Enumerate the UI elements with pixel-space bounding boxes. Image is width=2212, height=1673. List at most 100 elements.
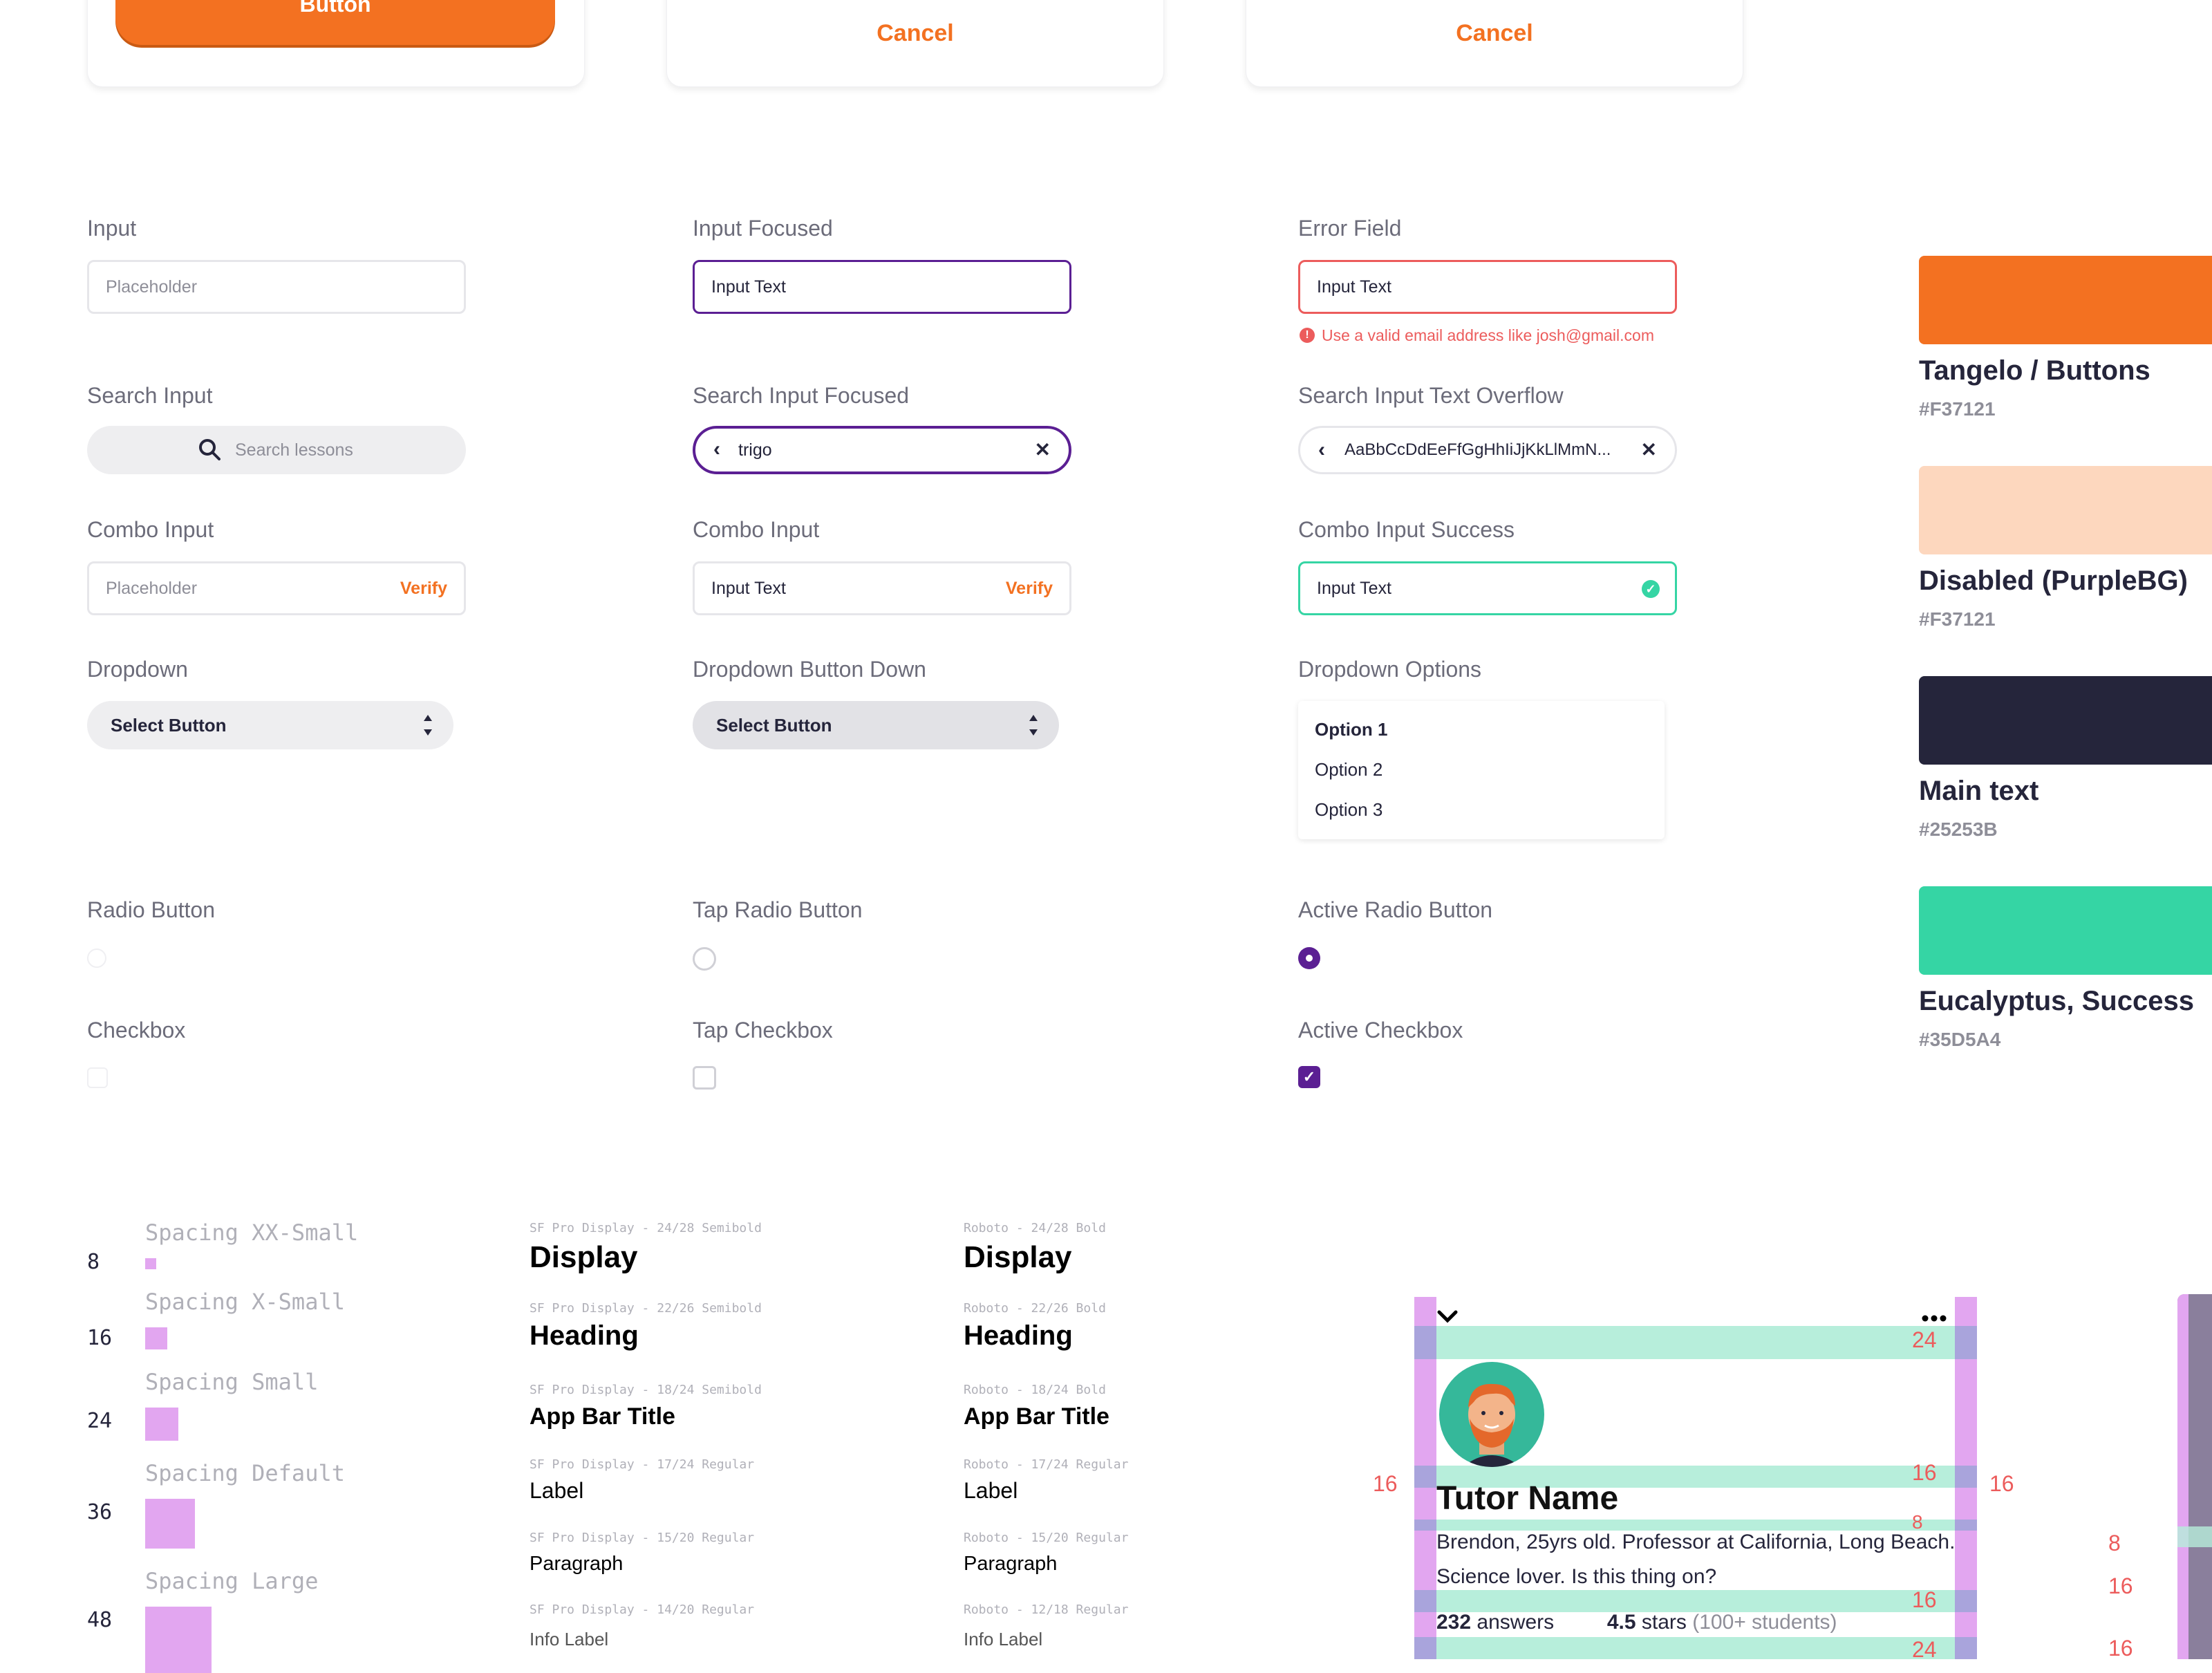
back-chevron-icon[interactable]: ‹ — [713, 427, 720, 471]
checkbox[interactable] — [87, 1067, 108, 1088]
combo-placeholder: Placeholder — [106, 579, 198, 598]
combo-value: Input Text — [1317, 579, 1391, 598]
spacing-band — [1414, 1637, 1977, 1659]
type-spec: Roboto - 17/24 Regular — [964, 1457, 1129, 1472]
verify-button[interactable]: Verify — [1006, 563, 1053, 613]
check-circle-icon: ✓ — [1642, 580, 1660, 598]
type-sample-info-label: Info Label — [529, 1629, 609, 1649]
search-overflow-label: Search Input Text Overflow — [1298, 383, 1564, 408]
stars-label: stars — [1641, 1611, 1687, 1634]
dropdown-option[interactable]: Option 3 — [1315, 799, 1382, 821]
rating-value: 4.5 — [1606, 1611, 1636, 1634]
combo-input[interactable]: Placeholder Verify — [87, 561, 466, 615]
spacing-label: 16 — [2108, 1573, 2133, 1598]
spacing-label: 8 — [2108, 1531, 2121, 1555]
dropdown-select-pressed[interactable]: Select Button — [693, 701, 1059, 749]
tutor-avatar-illustration — [1463, 1383, 1521, 1467]
tutor-name: Tutor Name — [1436, 1480, 1619, 1517]
search-value: trigo — [738, 440, 772, 460]
overlap — [1955, 1637, 1977, 1659]
combo-success-label: Combo Input Success — [1298, 517, 1515, 542]
verify-button[interactable]: Verify — [400, 563, 447, 613]
sort-arrows-icon — [1029, 715, 1038, 736]
spacing-value: 24 — [87, 1409, 113, 1433]
checkbox-tap[interactable] — [693, 1066, 716, 1090]
color-hex: #25253B — [1919, 819, 1998, 840]
dropdown-down-label: Dropdown Button Down — [693, 657, 926, 682]
spacing-value: 48 — [87, 1608, 113, 1632]
active-checkbox-label: Active Checkbox — [1298, 1018, 1463, 1043]
search-focused-label: Search Input Focused — [693, 383, 910, 408]
input-label: Input — [87, 216, 137, 241]
tutor-stats: 232 answers 4.5 stars (100+ students) — [1436, 1611, 1837, 1634]
tap-checkbox-label: Tap Checkbox — [693, 1018, 833, 1043]
type-spec: Roboto - 12/18 Regular — [964, 1602, 1129, 1617]
spacing-label: 16 — [2108, 1636, 2133, 1661]
spacing-swatch — [145, 1258, 156, 1269]
overlap — [1414, 1326, 1436, 1359]
cropped-overlay — [2177, 1294, 2188, 1659]
color-name: Eucalyptus, Success — [1919, 986, 2194, 1016]
checkbox-active[interactable]: ✓ — [1298, 1066, 1320, 1088]
spacing-swatch — [145, 1499, 195, 1549]
combo-input-filled[interactable]: Input Text Verify — [693, 561, 1071, 615]
avatar — [1439, 1362, 1544, 1467]
type-sample-display: Display — [529, 1240, 638, 1274]
spacing-label: 24 — [1912, 1637, 1937, 1659]
overlap — [1414, 1637, 1436, 1659]
color-swatch-disabled — [1919, 466, 2212, 554]
clear-icon[interactable]: ✕ — [1035, 428, 1051, 472]
chevron-down-icon[interactable] — [1436, 1309, 1459, 1325]
color-swatch-main-text — [1919, 676, 2212, 765]
text-input[interactable]: Placeholder — [87, 260, 466, 314]
spacing-name: Spacing Default — [145, 1460, 345, 1486]
radio-button-tap[interactable] — [693, 947, 716, 971]
search-value: AaBbCcDdEeFfGgHhIiJjKkLlMmN... — [1344, 440, 1611, 459]
radio-button-active[interactable] — [1298, 947, 1320, 969]
cancel-button[interactable]: Cancel — [1246, 20, 1743, 47]
answers-label: answers — [1477, 1611, 1555, 1634]
overlap — [1955, 1326, 1977, 1359]
primary-button[interactable]: Button — [115, 0, 555, 45]
type-spec: SF Pro Display - 15/20 Regular — [529, 1531, 755, 1545]
search-input-focused[interactable]: ‹ trigo ✕ — [693, 426, 1071, 474]
tutor-bio: Brendon, 25yrs old. Professor at Califor… — [1436, 1531, 1956, 1588]
active-radio-label: Active Radio Button — [1298, 897, 1493, 922]
dropdown-option[interactable]: Option 1 — [1315, 719, 1387, 740]
more-dots-icon[interactable] — [1922, 1315, 1947, 1322]
text-input-focused[interactable]: Input Text — [693, 260, 1071, 314]
dropdown-value: Select Button — [111, 715, 227, 736]
combo-input-success[interactable]: Input Text ✓ — [1298, 561, 1677, 615]
text-input-error[interactable]: Input Text — [1298, 260, 1677, 314]
dropdown-select[interactable]: Select Button — [87, 701, 453, 749]
tutor-card-redline: Tutor Name Brendon, 25yrs old. Professor… — [1414, 1297, 1977, 1659]
color-name: Disabled (PurpleBG) — [1919, 566, 2188, 596]
dropdown-option[interactable]: Option 2 — [1315, 759, 1382, 781]
spacing-label: 16 — [1912, 1587, 1937, 1612]
spacing-value: 8 — [87, 1250, 100, 1274]
checkbox-label: Checkbox — [87, 1018, 186, 1043]
overlap — [1955, 1466, 1977, 1488]
cancel-card-1: Cancel — [666, 0, 1164, 87]
type-sample-app-bar-title: App Bar Title — [964, 1403, 1109, 1430]
radio-button[interactable] — [87, 948, 106, 968]
spacing-label: 16 — [1989, 1471, 2014, 1496]
cropped-overlay-band — [2177, 1526, 2212, 1547]
type-sample-paragraph: Paragraph — [964, 1553, 1058, 1575]
color-swatch-tangelo — [1919, 256, 2212, 344]
search-placeholder: Search lessons — [235, 440, 353, 460]
cancel-button[interactable]: Cancel — [667, 20, 1163, 47]
spacing-value: 36 — [87, 1500, 113, 1524]
spacing-value: 16 — [87, 1326, 113, 1350]
dropdown-value: Select Button — [716, 715, 832, 736]
search-input[interactable]: Search lessons — [87, 426, 466, 474]
spacing-label: 16 — [1373, 1471, 1398, 1496]
dropdown-options-label: Dropdown Options — [1298, 657, 1482, 682]
clear-icon[interactable]: ✕ — [1641, 428, 1657, 472]
radio-dot — [1306, 955, 1313, 962]
error-message: Use a valid email address like josh@gmai… — [1322, 326, 1654, 344]
type-sample-paragraph: Paragraph — [529, 1553, 624, 1575]
search-input-overflow[interactable]: ‹ AaBbCcDdEeFfGgHhIiJjKkLlMmN... ✕ — [1298, 426, 1677, 474]
combo-input-label: Combo Input — [87, 517, 214, 542]
back-chevron-icon[interactable]: ‹ — [1318, 428, 1325, 472]
